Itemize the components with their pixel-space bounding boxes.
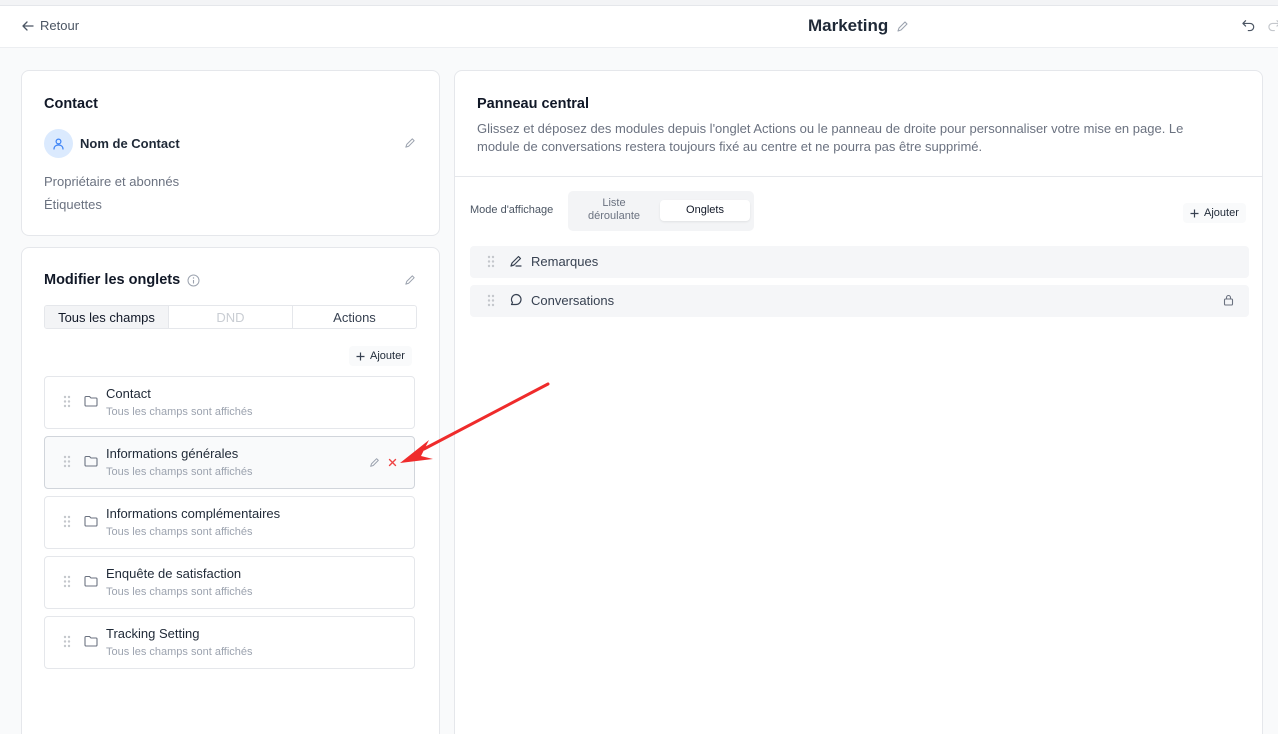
arrow-left-icon	[22, 20, 34, 31]
add-module-label: Ajouter	[1204, 207, 1239, 219]
drag-handle-icon[interactable]	[63, 515, 71, 528]
tab-subtitle: Tous les champs sont affichés	[106, 586, 253, 598]
folder-icon	[84, 455, 98, 467]
pencil-icon	[510, 255, 522, 267]
tab-name: Informations complémentaires	[106, 506, 281, 521]
mode-option-dropdown-list[interactable]: Liste déroulante	[582, 197, 646, 223]
field-filter-segment: Tous les champs DND Actions	[44, 305, 417, 329]
module-label: Conversations	[531, 293, 615, 308]
top-bar: Retour Marketing	[0, 6, 1278, 48]
list-item[interactable]: Informations complémentaires Tous les ch…	[44, 496, 415, 549]
folder-icon	[84, 635, 98, 647]
pencil-icon[interactable]	[896, 20, 909, 33]
info-icon[interactable]	[187, 274, 200, 287]
module-label: Remarques	[531, 254, 599, 269]
tab-subtitle: Tous les champs sont affichés	[106, 466, 253, 478]
lock-icon	[1223, 294, 1234, 306]
folder-icon	[84, 575, 98, 587]
tab-name: Contact	[106, 386, 151, 401]
central-panel-title: Panneau central	[477, 96, 590, 112]
plus-icon	[356, 352, 365, 360]
tab-subtitle: Tous les champs sont affichés	[106, 406, 253, 418]
list-item[interactable]: Contact Tous les champs sont affichés	[44, 376, 415, 429]
segment-actions[interactable]: Actions	[293, 306, 416, 328]
tab-list: Contact Tous les champs sont affichés In…	[44, 376, 415, 676]
contact-name: Nom de Contact	[80, 136, 180, 151]
redo-icon[interactable]	[1268, 19, 1278, 33]
drag-handle-icon[interactable]	[63, 635, 71, 648]
module-row-remarks[interactable]: Remarques	[470, 246, 1249, 278]
avatar	[44, 129, 73, 158]
owner-followers-link[interactable]: Propriétaire et abonnés	[44, 174, 179, 189]
contact-card: Contact Nom de Contact Propriétaire et a…	[21, 70, 440, 236]
add-tab-button[interactable]: Ajouter	[349, 346, 412, 366]
add-tab-label: Ajouter	[370, 350, 405, 362]
list-item[interactable]: Tracking Setting Tous les champs sont af…	[44, 616, 415, 669]
user-icon	[53, 138, 64, 150]
edit-tabs-header: Modifier les onglets	[44, 272, 200, 288]
segment-all-fields[interactable]: Tous les champs	[45, 306, 169, 328]
tags-link[interactable]: Étiquettes	[44, 197, 102, 212]
mode-option-tabs[interactable]: Onglets	[660, 200, 750, 221]
divider	[455, 176, 1262, 177]
folder-icon	[84, 395, 98, 407]
edit-tabs-title: Modifier les onglets	[44, 272, 181, 288]
central-panel-card: Panneau central Glissez et déposez des m…	[454, 70, 1263, 734]
back-label: Retour	[40, 18, 80, 33]
drag-handle-icon[interactable]	[63, 575, 71, 588]
list-item[interactable]: Informations générales Tous les champs s…	[44, 436, 415, 489]
contact-card-title: Contact	[44, 96, 98, 112]
segment-dnd[interactable]: DND	[169, 306, 293, 328]
module-row-conversations[interactable]: Conversations	[470, 285, 1249, 317]
edit-tabs-card: Modifier les onglets Tous les champs DND…	[21, 247, 440, 734]
tab-subtitle: Tous les champs sont affichés	[106, 646, 253, 658]
tab-name: Tracking Setting	[106, 626, 200, 641]
page-title-group: Marketing	[808, 16, 909, 36]
tab-name: Informations générales	[106, 446, 239, 461]
display-mode-label: Mode d'affichage	[470, 204, 554, 216]
delete-x-icon[interactable]	[388, 458, 397, 467]
central-panel-description: Glissez et déposez des modules depuis l'…	[477, 121, 1184, 154]
display-mode-toggle: Liste déroulante Onglets	[568, 191, 754, 231]
drag-handle-icon[interactable]	[63, 395, 71, 408]
chat-bubble-icon	[510, 293, 522, 306]
page-title: Marketing	[808, 16, 889, 35]
list-item[interactable]: Enquête de satisfaction Tous les champs …	[44, 556, 415, 609]
back-button[interactable]: Retour	[22, 18, 79, 33]
pencil-icon[interactable]	[404, 137, 416, 149]
add-module-button[interactable]: Ajouter	[1183, 203, 1246, 223]
folder-icon	[84, 515, 98, 527]
drag-handle-icon[interactable]	[487, 294, 495, 307]
drag-handle-icon[interactable]	[487, 255, 495, 268]
pencil-icon[interactable]	[404, 274, 416, 286]
undo-icon[interactable]	[1242, 19, 1256, 33]
drag-handle-icon[interactable]	[63, 455, 71, 468]
tab-subtitle: Tous les champs sont affichés	[106, 526, 253, 538]
tab-name: Enquête de satisfaction	[106, 566, 242, 581]
pencil-icon[interactable]	[369, 457, 380, 468]
plus-icon	[1190, 209, 1199, 217]
